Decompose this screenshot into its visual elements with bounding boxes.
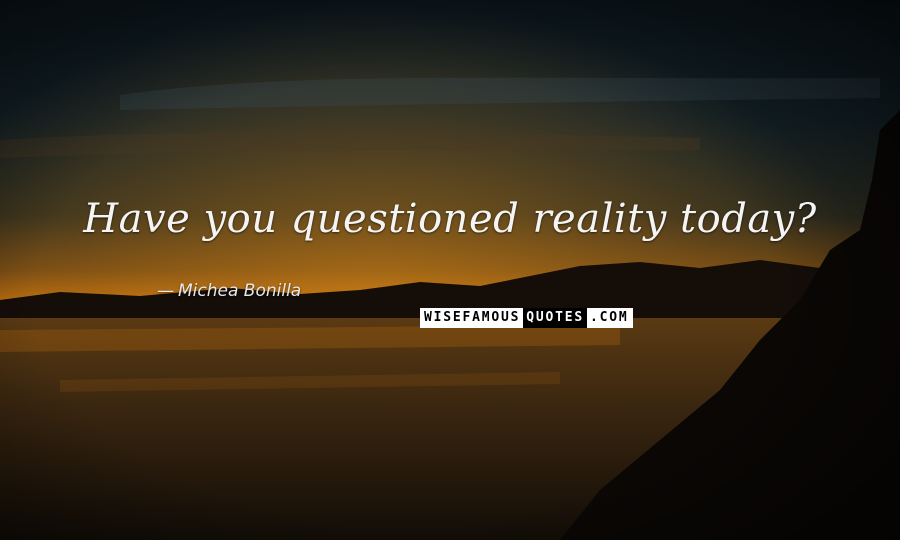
watermark-part-1: WISEFAMOUS [420,308,524,328]
vignette [0,0,900,540]
watermark-part-2: QUOTES [523,308,588,328]
author-attribution: — Michea Bonilla [157,281,301,301]
quote-card: Have you questioned reality today? — Mich… [0,0,900,540]
quote-text: Have you questioned reality today? [83,196,817,242]
watermark-part-3: .COM [587,308,633,328]
author-dash: — [157,281,174,301]
sunset-lake-background [0,0,900,540]
watermark-logo: WISEFAMOUS QUOTES .COM [420,308,633,328]
author-name: Michea Bonilla [178,281,302,301]
